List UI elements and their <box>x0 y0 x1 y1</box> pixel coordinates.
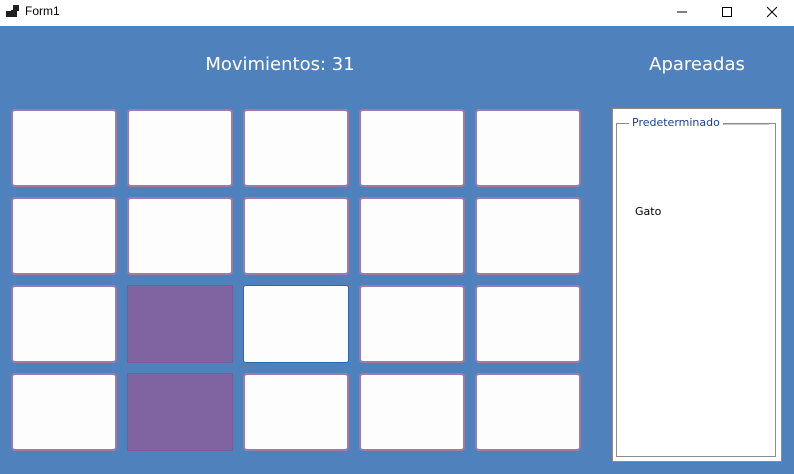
window-title: Form1 <box>25 4 60 18</box>
close-icon <box>766 6 778 18</box>
card-r3-c2[interactable] <box>127 285 233 363</box>
card-r1-c5[interactable] <box>475 109 581 187</box>
card-r1-c2[interactable] <box>127 109 233 187</box>
app-icon <box>6 5 20 19</box>
card-r1-c4[interactable] <box>359 109 465 187</box>
close-button[interactable] <box>749 0 794 24</box>
maximize-button[interactable] <box>704 0 750 24</box>
card-r3-c1[interactable] <box>11 285 117 363</box>
card-r2-c4[interactable] <box>359 197 465 275</box>
card-r2-c2[interactable] <box>127 197 233 275</box>
card-r3-c5[interactable] <box>475 285 581 363</box>
card-r4-c2[interactable] <box>127 373 233 451</box>
moves-counter: Movimientos: 31 <box>205 54 355 75</box>
card-r3-c3[interactable] <box>243 285 349 363</box>
matched-title: Apareadas <box>649 54 745 75</box>
card-r1-c3[interactable] <box>243 109 349 187</box>
group-separator <box>723 123 769 125</box>
card-r2-c3[interactable] <box>243 197 349 275</box>
game-area: Movimientos: 31 Apareadas Predeterminado… <box>0 26 794 474</box>
matched-groupbox: Predeterminado Gato <box>616 116 776 457</box>
title-bar[interactable]: Form1 <box>0 0 794 26</box>
card-r2-c5[interactable] <box>475 197 581 275</box>
card-r4-c5[interactable] <box>475 373 581 451</box>
card-r3-c4[interactable] <box>359 285 465 363</box>
card-r4-c3[interactable] <box>243 373 349 451</box>
matched-list[interactable]: Gato <box>635 204 661 220</box>
card-r4-c4[interactable] <box>359 373 465 451</box>
matched-panel: Predeterminado Gato <box>612 108 782 462</box>
card-r1-c1[interactable] <box>11 109 117 187</box>
card-r2-c1[interactable] <box>11 197 117 275</box>
card-board <box>11 109 585 455</box>
group-label: Predeterminado <box>629 116 723 129</box>
app-window: Form1 Movimientos: 31 Apareadas Predeter… <box>0 0 794 474</box>
minimize-button[interactable] <box>659 0 705 24</box>
maximize-icon <box>722 7 732 17</box>
card-r4-c1[interactable] <box>11 373 117 451</box>
matched-item[interactable]: Gato <box>635 204 661 220</box>
minimize-icon <box>677 11 687 13</box>
